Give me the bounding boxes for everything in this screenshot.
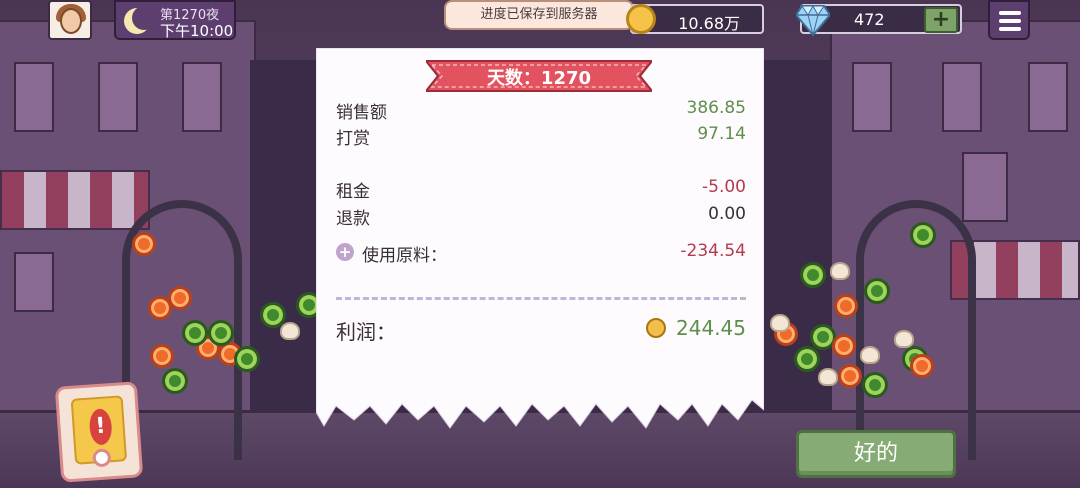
alert-icon: ! [88,408,113,446]
pepper-slice-icon [864,278,890,304]
tomato-slice-icon [910,354,934,378]
daily-receipt: 天数：1270 销售额 386.85 打赏 97.14 租金 -5.00 退款 … [316,48,764,448]
pepper-slice-icon [862,372,888,398]
receipt-row-tips: 打赏 97.14 [336,124,746,149]
refund-label: 退款 [336,209,370,229]
receipt-row-ingredients[interactable]: + 使用原料： -234.54 [336,241,746,266]
coin-value: 10.68万 [678,14,740,33]
garlic-icon [860,346,880,364]
tomato-slice-icon [838,364,862,388]
garlic-icon [280,322,300,340]
pepper-slice-icon [794,346,820,372]
menu-icon [999,11,1021,15]
menu-button[interactable] [988,0,1030,40]
garlic-icon [830,262,850,280]
pepper-slice-icon [182,320,208,346]
time-label: 下午10:00 [160,22,234,40]
garlic-icon [770,314,790,332]
alert-card-dot [92,448,112,468]
pepper-slice-icon [208,320,234,346]
alert-card-button[interactable]: ! [54,381,144,483]
tips-label: 打赏 [336,129,370,149]
coin-counter: 10.68万 [626,4,764,34]
ingredients-label: 使用原料： [362,246,447,266]
ok-button[interactable]: 好的 [796,430,956,478]
refund-value: 0.00 [708,204,746,224]
moon-icon [124,6,156,34]
diamond-icon [796,4,830,36]
receipt-divider [336,297,746,300]
tomato-slice-icon [832,334,856,358]
coin-icon [646,318,666,338]
rent-value: -5.00 [702,177,746,197]
pepper-slice-icon [910,222,936,248]
receipt-row-sales: 销售额 386.85 [336,98,746,123]
profit-value: 244.45 [676,316,746,340]
day-banner: 天数：1270 [426,57,652,95]
pepper-slice-icon [800,262,826,288]
left-awning [0,170,150,230]
garlic-icon [818,368,838,386]
sales-label: 销售额 [336,103,387,123]
plus-circle-icon[interactable]: + [336,243,354,261]
receipt-row-rent: 租金 -5.00 [336,177,746,202]
gem-value: 472 [854,10,885,29]
gem-counter: 472 + [796,4,962,36]
sales-value: 386.85 [686,98,746,118]
rent-label: 租金 [336,182,370,202]
day-time-panel: 第1270夜 下午10:00 [114,0,236,40]
avatar-face [60,8,82,34]
save-toast: 进度已保存到服务器 [444,0,634,30]
receipt-row-refund: 退款 0.00 [336,204,746,229]
pepper-slice-icon [162,368,188,394]
pepper-slice-icon [234,346,260,372]
tomato-slice-icon [150,344,174,368]
add-gems-button[interactable]: + [924,7,958,33]
day-banner-text: 天数：1270 [486,68,592,89]
garlic-icon [894,330,914,348]
tomato-slice-icon [834,294,858,318]
tomato-slice-icon [168,286,192,310]
player-avatar[interactable] [48,0,92,40]
tomato-slice-icon [132,232,156,256]
tips-value: 97.14 [697,124,746,144]
profit-label: 利润： [336,320,396,344]
ingredients-value: -234.54 [680,241,746,261]
coin-icon [626,4,656,34]
